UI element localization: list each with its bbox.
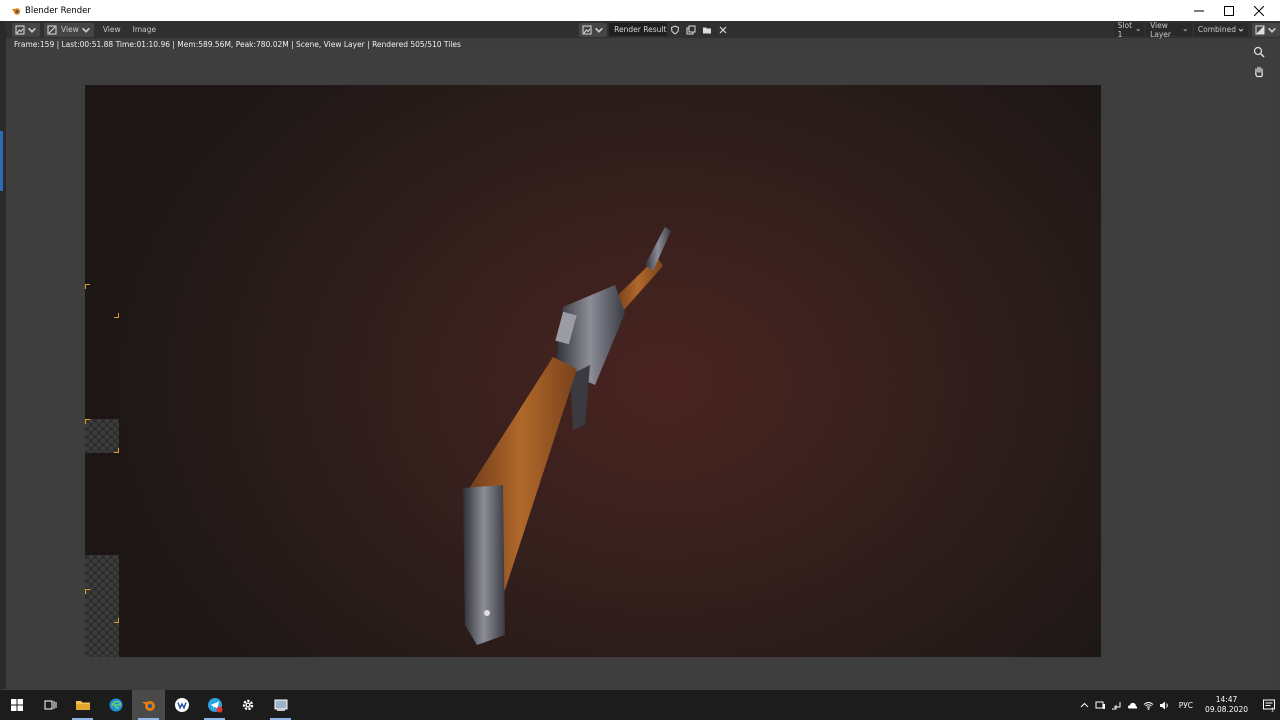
taskbar-app[interactable] [264,690,297,720]
tray-chevron[interactable] [1077,690,1093,720]
edge-icon [109,698,122,712]
slot-label: Slot 1 [1117,20,1133,39]
color-alpha-icon [1255,25,1265,34]
chevron-down-icon [28,27,36,33]
clock-date: 09.08.2020 [1205,705,1248,714]
display-channels-dropdown[interactable] [1252,22,1280,37]
settings-icon [242,699,253,711]
telegram-icon [207,698,222,713]
taskbar-wps[interactable] [165,690,198,720]
tray-clock[interactable]: 14:47 09.08.2020 [1205,695,1248,715]
system-tray: РУС 14:47 09.08.2020 1 [1077,690,1280,720]
new-image-button[interactable] [683,23,699,37]
hand-icon [1255,66,1264,78]
view-mode-icon [47,25,57,34]
render-status-text: Frame:159 | Last:00:51.88 Time:01:10.96 … [14,40,461,49]
chevron-down-icon [1238,28,1244,32]
chevron-down-icon [1268,27,1276,33]
folder-icon [702,27,711,33]
notification-center-button[interactable]: 1 [1258,690,1280,720]
close-icon [1254,5,1264,16]
duplicate-icon [686,25,696,34]
active-tile-marker [85,589,119,623]
render-pass-label: Combined [1197,25,1236,34]
clock-time: 14:47 [1215,695,1238,704]
active-tile-marker [85,284,119,318]
wifi-icon [1143,701,1154,710]
maximize-icon [1224,5,1234,16]
windows-taskbar: РУС 14:47 09.08.2020 1 [0,690,1280,720]
tray-network-device[interactable] [1093,690,1109,720]
menu-view[interactable]: View [100,23,124,37]
network-icon [1112,701,1121,709]
active-tile-marker [85,419,119,453]
view-layer-label: View Layer [1150,20,1171,39]
pan-button[interactable] [1252,65,1266,79]
task-view-button[interactable] [33,690,66,720]
chevron-down-icon [81,27,90,33]
browse-image-button[interactable] [579,22,608,37]
blender-logo-icon [11,7,21,15]
taskbar-file-explorer[interactable] [66,690,99,720]
image-editor-icon [15,25,25,34]
window-titlebar: Blender Render [0,0,1280,21]
window-title: Blender Render [25,5,91,16]
volume-icon [1160,701,1168,709]
taskbar-settings[interactable] [231,690,264,720]
device-icon [1095,701,1106,709]
minimize-button[interactable] [1184,0,1214,21]
zoom-button[interactable] [1252,45,1266,59]
view-layer-dropdown[interactable]: View Layer [1146,20,1192,39]
cloud-icon [1128,702,1138,708]
chevron-down-icon [1136,28,1140,31]
render-pass-dropdown[interactable]: Combined [1193,23,1248,36]
rifle-render [463,227,671,645]
chevron-up-icon [1080,702,1089,707]
editor-type-button[interactable] [12,22,40,37]
navigation-gizmo [1252,45,1266,85]
minimize-icon [1194,10,1204,11]
shield-icon [670,24,679,35]
notification-count: 1 [1271,708,1274,713]
close-icon [719,26,727,33]
maximize-button[interactable] [1214,0,1244,21]
notification-icon: 1 [1263,699,1275,713]
file-explorer-icon [75,701,90,710]
view-mode-dropdown[interactable]: View [44,22,94,37]
start-icon [10,699,23,711]
chevron-down-icon [595,27,604,33]
slot-dropdown[interactable]: Slot 1 [1113,20,1145,39]
tray-wifi[interactable] [1141,690,1157,720]
image-browse-icon [582,25,592,34]
render-result-image[interactable] [85,85,1101,657]
blender-icon [141,701,155,711]
input-language[interactable]: РУС [1179,701,1193,710]
image-name-field[interactable]: Render Result [609,23,667,36]
wps-icon [174,698,189,712]
fake-user-button[interactable] [667,23,683,37]
view-mode-label: View [61,25,79,34]
image-editor-header: View View Image Render Result Slot 1 Vie… [0,20,1280,39]
taskbar-blender[interactable] [132,690,165,720]
taskbar-edge[interactable] [99,690,132,720]
close-button[interactable] [1244,0,1274,21]
tray-network[interactable] [1109,690,1125,720]
open-image-button[interactable] [699,23,715,37]
taskbar-telegram[interactable] [198,690,231,720]
unlink-image-button[interactable] [715,23,731,37]
task-view-icon [44,700,56,710]
start-button[interactable] [0,690,33,720]
accent-strip [0,131,3,191]
tray-cloud[interactable] [1125,690,1141,720]
chevron-down-icon [1183,28,1188,31]
menu-image[interactable]: Image [130,23,160,37]
app-icon [274,699,287,711]
tray-volume[interactable] [1157,690,1173,720]
zoom-icon [1253,46,1265,58]
